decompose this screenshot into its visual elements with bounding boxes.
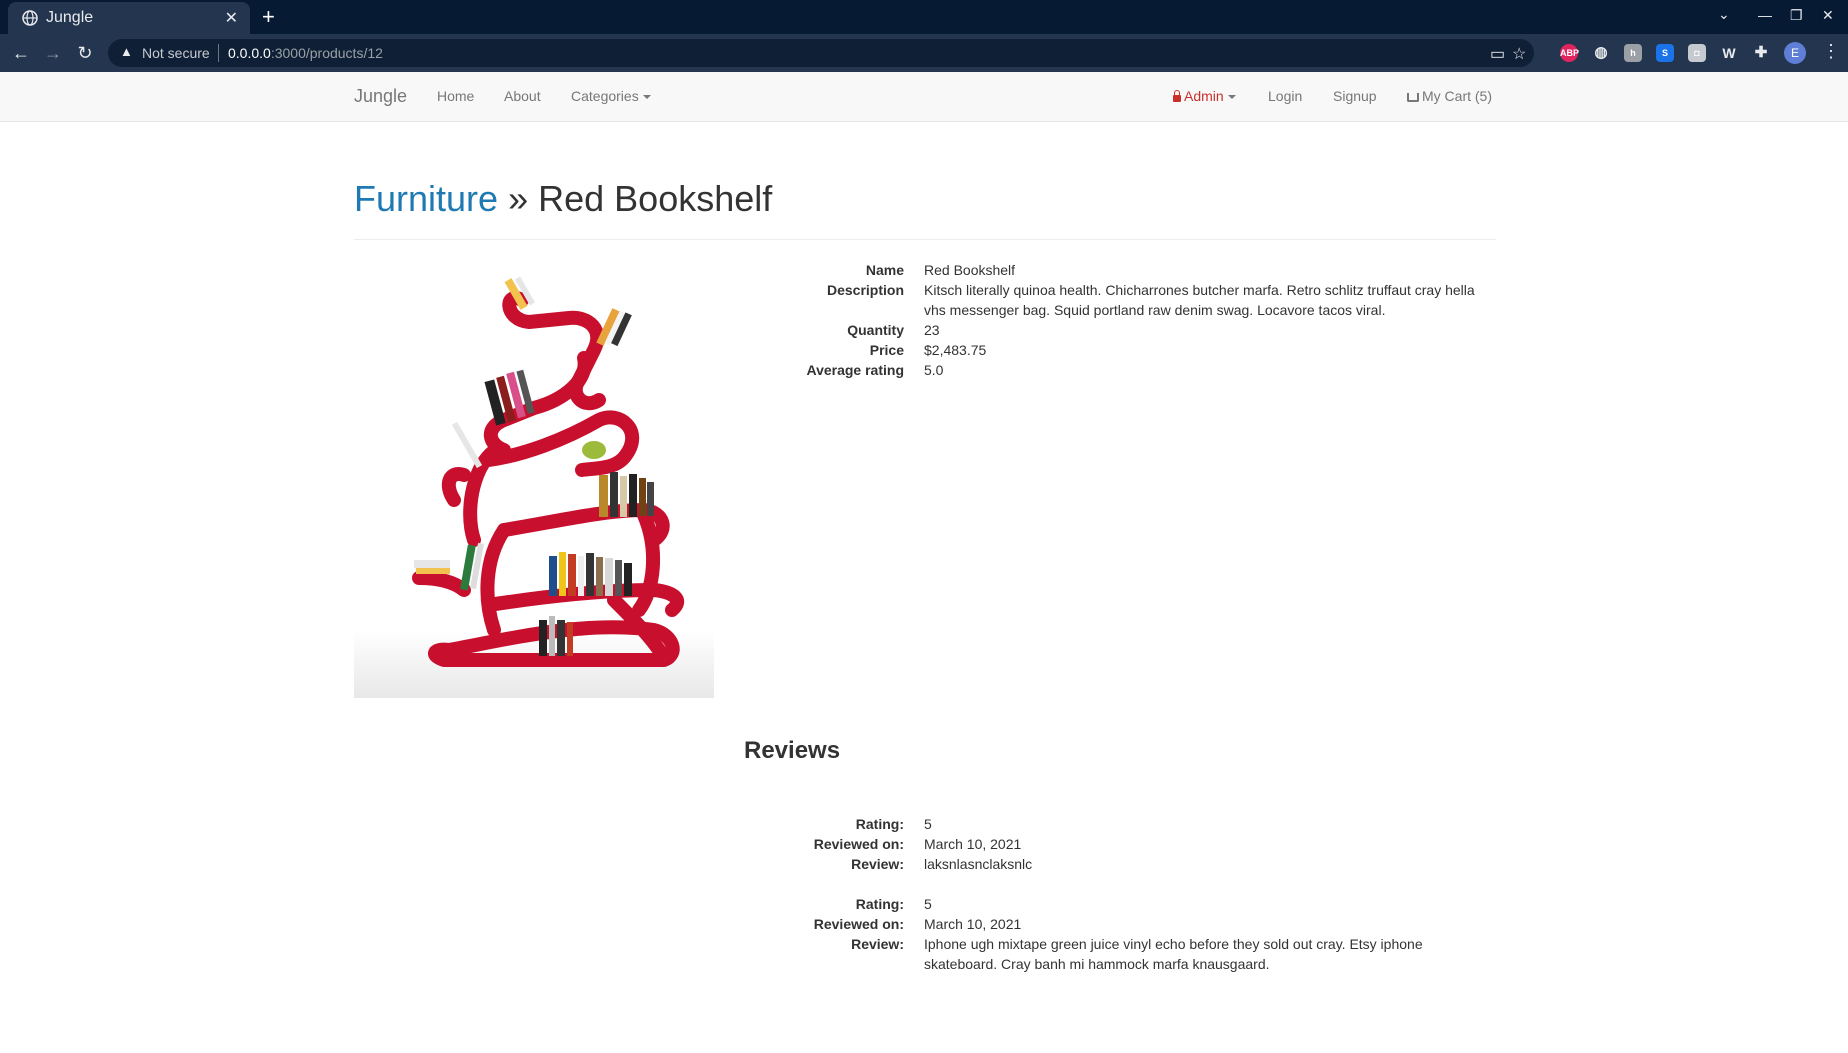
- extension-icon-h[interactable]: h: [1624, 44, 1642, 62]
- install-app-icon[interactable]: ▭: [1490, 44, 1505, 64]
- detail-value: $2,483.75: [924, 342, 987, 358]
- nav-categories-dropdown[interactable]: Categories: [571, 88, 651, 104]
- new-tab-button[interactable]: +: [262, 4, 275, 30]
- window-close-icon[interactable]: ✕: [1822, 7, 1834, 24]
- review-rating-value: 5: [924, 816, 932, 832]
- detail-value: 5.0: [924, 362, 944, 378]
- review-text-value: Iphone ugh mixtape green juice vinyl ech…: [924, 936, 1423, 972]
- breadcrumb-separator: »: [508, 178, 529, 219]
- forward-icon[interactable]: →: [42, 42, 64, 64]
- brand-link[interactable]: Jungle: [354, 86, 407, 107]
- detail-value: Red Bookshelf: [924, 262, 1016, 278]
- review-date-value: March 10, 2021: [924, 836, 1022, 852]
- nav-admin-label: Admin: [1184, 88, 1224, 104]
- nav-cart[interactable]: My Cart (5): [1407, 88, 1492, 104]
- review-item: Rating: 5 Reviewed on: March 10, 2021 Re…: [744, 814, 1504, 874]
- browser-tabbar: Jungle ✕ + ⌄ — ❐ ✕: [0, 0, 1848, 34]
- not-secure-label: Not secure: [142, 45, 210, 61]
- nav-admin-dropdown[interactable]: Admin: [1173, 88, 1236, 104]
- url-text: 0.0.0.0:3000/products/12: [228, 45, 383, 61]
- detail-label: Price: [869, 342, 904, 358]
- puzzle-extensions-icon[interactable]: ✚: [1752, 44, 1770, 62]
- page-title: Furniture » Red Bookshelf: [354, 178, 772, 220]
- site-navbar: Jungle Home About Categories Admin Login…: [0, 72, 1848, 122]
- bookmark-star-icon[interactable]: ☆: [1512, 44, 1526, 64]
- nav-home[interactable]: Home: [437, 88, 474, 104]
- nav-cart-label: My Cart (5): [1422, 88, 1492, 104]
- minimize-icon[interactable]: —: [1758, 7, 1772, 23]
- detail-value: 23: [924, 322, 940, 338]
- nav-signup[interactable]: Signup: [1333, 88, 1377, 104]
- address-separator: [218, 44, 219, 62]
- product-title: Red Bookshelf: [538, 178, 773, 219]
- review-text-label: Review:: [851, 856, 904, 872]
- profile-avatar[interactable]: E: [1784, 42, 1806, 64]
- close-tab-icon[interactable]: ✕: [225, 8, 238, 28]
- maximize-icon[interactable]: ❐: [1790, 7, 1803, 24]
- lock-icon: [1173, 90, 1181, 102]
- browser-toolbar: ← → ↻ ▲ Not secure 0.0.0.0:3000/products…: [0, 34, 1848, 72]
- nav-categories-label: Categories: [571, 88, 639, 104]
- product-details: Name Red Bookshelf Description Kitsch li…: [744, 260, 1504, 380]
- review-date-label: Reviewed on:: [813, 916, 904, 932]
- detail-label: Description: [826, 282, 904, 298]
- detail-label: Name: [865, 262, 904, 278]
- product-image: [354, 276, 714, 698]
- review-rating-label: Rating:: [855, 896, 904, 912]
- url-path: :3000/products/12: [270, 45, 383, 61]
- nav-login[interactable]: Login: [1268, 88, 1302, 104]
- review-rating-value: 5: [924, 896, 932, 912]
- chevron-down-icon: [642, 95, 651, 100]
- back-icon[interactable]: ←: [10, 42, 32, 64]
- browser-menu-icon[interactable]: ⋮: [1822, 41, 1840, 62]
- tab-title: Jungle: [46, 9, 94, 26]
- review-text-label: Review:: [851, 936, 904, 952]
- globe-extension-icon[interactable]: ◍: [1592, 44, 1610, 62]
- review-item: Rating: 5 Reviewed on: March 10, 2021 Re…: [744, 894, 1504, 974]
- address-bar[interactable]: ▲ Not secure 0.0.0.0:3000/products/12 ▭ …: [108, 39, 1534, 67]
- review-date-label: Reviewed on:: [813, 836, 904, 852]
- reviews-heading: Reviews: [744, 737, 841, 764]
- detail-label: Average rating: [806, 362, 904, 378]
- shopping-cart-icon: [1407, 93, 1419, 102]
- extension-icon-s[interactable]: S: [1656, 44, 1674, 62]
- review-text-value: laksnlasnclaksnlc: [924, 856, 1033, 872]
- tab-search-icon[interactable]: ⌄: [1718, 6, 1730, 23]
- warning-icon: ▲: [120, 44, 133, 59]
- review-rating-label: Rating:: [855, 816, 904, 832]
- extension-icon-camera[interactable]: ◘: [1688, 44, 1706, 62]
- url-host: 0.0.0.0: [228, 45, 271, 61]
- chevron-down-icon: [1227, 95, 1236, 100]
- reload-icon[interactable]: ↻: [74, 42, 96, 64]
- extension-icon-w[interactable]: W: [1720, 44, 1738, 62]
- review-date-value: March 10, 2021: [924, 916, 1022, 932]
- browser-tab[interactable]: Jungle ✕: [8, 2, 250, 34]
- page-divider: [354, 239, 1496, 240]
- category-link[interactable]: Furniture: [354, 178, 498, 219]
- detail-value: Kitsch literally quinoa health. Chicharr…: [924, 282, 1475, 318]
- detail-label: Quantity: [847, 322, 904, 338]
- adblock-extension-icon[interactable]: ABP: [1560, 44, 1579, 62]
- globe-icon: [22, 10, 38, 26]
- nav-about[interactable]: About: [504, 88, 541, 104]
